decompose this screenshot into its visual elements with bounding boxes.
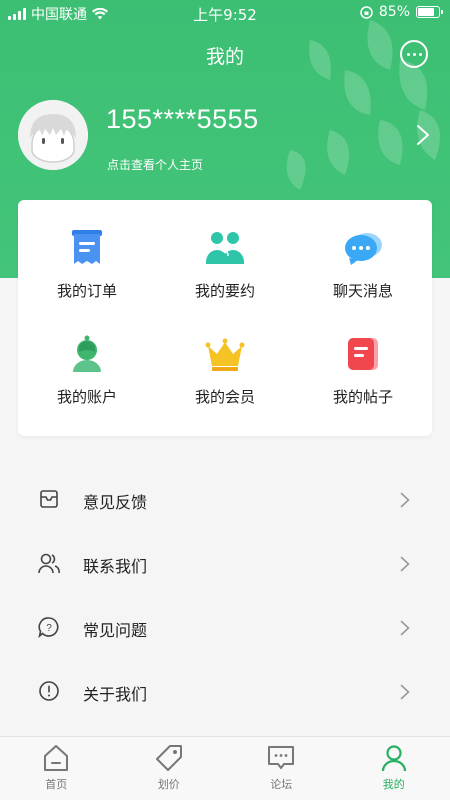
feedback-icon	[40, 490, 58, 508]
home-icon	[44, 745, 69, 771]
grid-item-membership[interactable]: 我的会员	[156, 334, 294, 407]
tab-label: 我的	[382, 778, 405, 791]
status-bar: 中国联通 上午9:52 85%	[0, 0, 450, 26]
tab-label: 论坛	[270, 778, 293, 791]
order-icon	[72, 230, 102, 264]
grid-item-label: 我的要约	[194, 282, 255, 300]
menu-item-feedback[interactable]: 意见反馈	[18, 468, 432, 532]
grid-item-appointments[interactable]: 我的要约	[156, 228, 294, 301]
crown-icon	[205, 338, 245, 371]
tab-label: 划价	[157, 778, 180, 791]
default-avatar-icon	[18, 100, 88, 170]
user-phone[interactable]: 155****5555	[106, 104, 259, 135]
grid-item-account[interactable]: 我的账户	[18, 334, 156, 407]
page-title: 我的	[205, 46, 244, 68]
chevron-right-icon	[400, 492, 410, 508]
account-icon	[73, 335, 101, 372]
menu-item-contact[interactable]: 联系我们	[18, 532, 432, 596]
tab-profile[interactable]: 我的	[338, 737, 450, 800]
grid-item-chat[interactable]: 聊天消息	[294, 228, 432, 301]
grid-item-posts[interactable]: 我的帖子	[294, 334, 432, 407]
profile-hint[interactable]: 点击查看个人主页	[107, 156, 203, 173]
svg-text:?: ?	[46, 623, 52, 634]
tab-forum[interactable]: 论坛	[225, 737, 338, 800]
battery-percent: 85%	[378, 4, 410, 20]
grid-item-label: 我的帖子	[332, 388, 393, 406]
message-dot-icon	[412, 52, 416, 56]
grid-item-orders[interactable]: 我的订单	[18, 228, 156, 301]
menu-item-about[interactable]: 关于我们	[18, 660, 432, 724]
chevron-right-icon	[400, 620, 410, 636]
message-dot-icon	[418, 52, 422, 56]
grid-item-label: 我的账户	[56, 388, 117, 406]
orientation-lock-icon	[360, 5, 373, 19]
tab-price[interactable]: 划价	[113, 737, 226, 800]
chevron-right-icon[interactable]	[416, 124, 430, 146]
menu-item-label: 常见问题	[83, 621, 148, 640]
settings-list: 意见反馈 联系我们 ? 常见问题 关于我们	[18, 468, 432, 724]
message-button[interactable]	[400, 40, 428, 68]
about-icon	[39, 681, 59, 701]
price-tag-icon	[155, 745, 182, 771]
battery-icon	[416, 6, 443, 18]
grid-item-label: 我的会员	[194, 388, 255, 406]
menu-item-label: 意见反馈	[83, 493, 148, 512]
chevron-right-icon	[400, 684, 410, 700]
tab-bar: 首页 划价 论坛 我的	[0, 736, 450, 800]
forum-icon	[268, 746, 295, 769]
grid-item-label: 我的订单	[56, 282, 117, 300]
menu-item-label: 关于我们	[83, 685, 148, 704]
grid-item-label: 聊天消息	[332, 282, 393, 300]
menu-item-label: 联系我们	[83, 557, 148, 576]
profile-icon	[381, 745, 406, 772]
menu-item-faq[interactable]: ? 常见问题	[18, 596, 432, 660]
profile-header[interactable]: 155****5555 点击查看个人主页	[0, 96, 450, 180]
chat-message-icon	[345, 233, 382, 265]
feature-grid: 我的订单 我的要约 聊天消息 我的账户 我的会员 我的帖子	[18, 200, 432, 436]
tab-label: 首页	[45, 778, 68, 791]
faq-icon: ?	[38, 617, 59, 638]
tab-home[interactable]: 首页	[0, 737, 113, 800]
chevron-right-icon	[400, 556, 410, 572]
avatar[interactable]	[18, 100, 88, 170]
message-dot-icon	[406, 52, 410, 56]
contact-icon	[38, 553, 60, 574]
appointment-icon	[206, 232, 244, 264]
post-icon	[348, 338, 378, 370]
